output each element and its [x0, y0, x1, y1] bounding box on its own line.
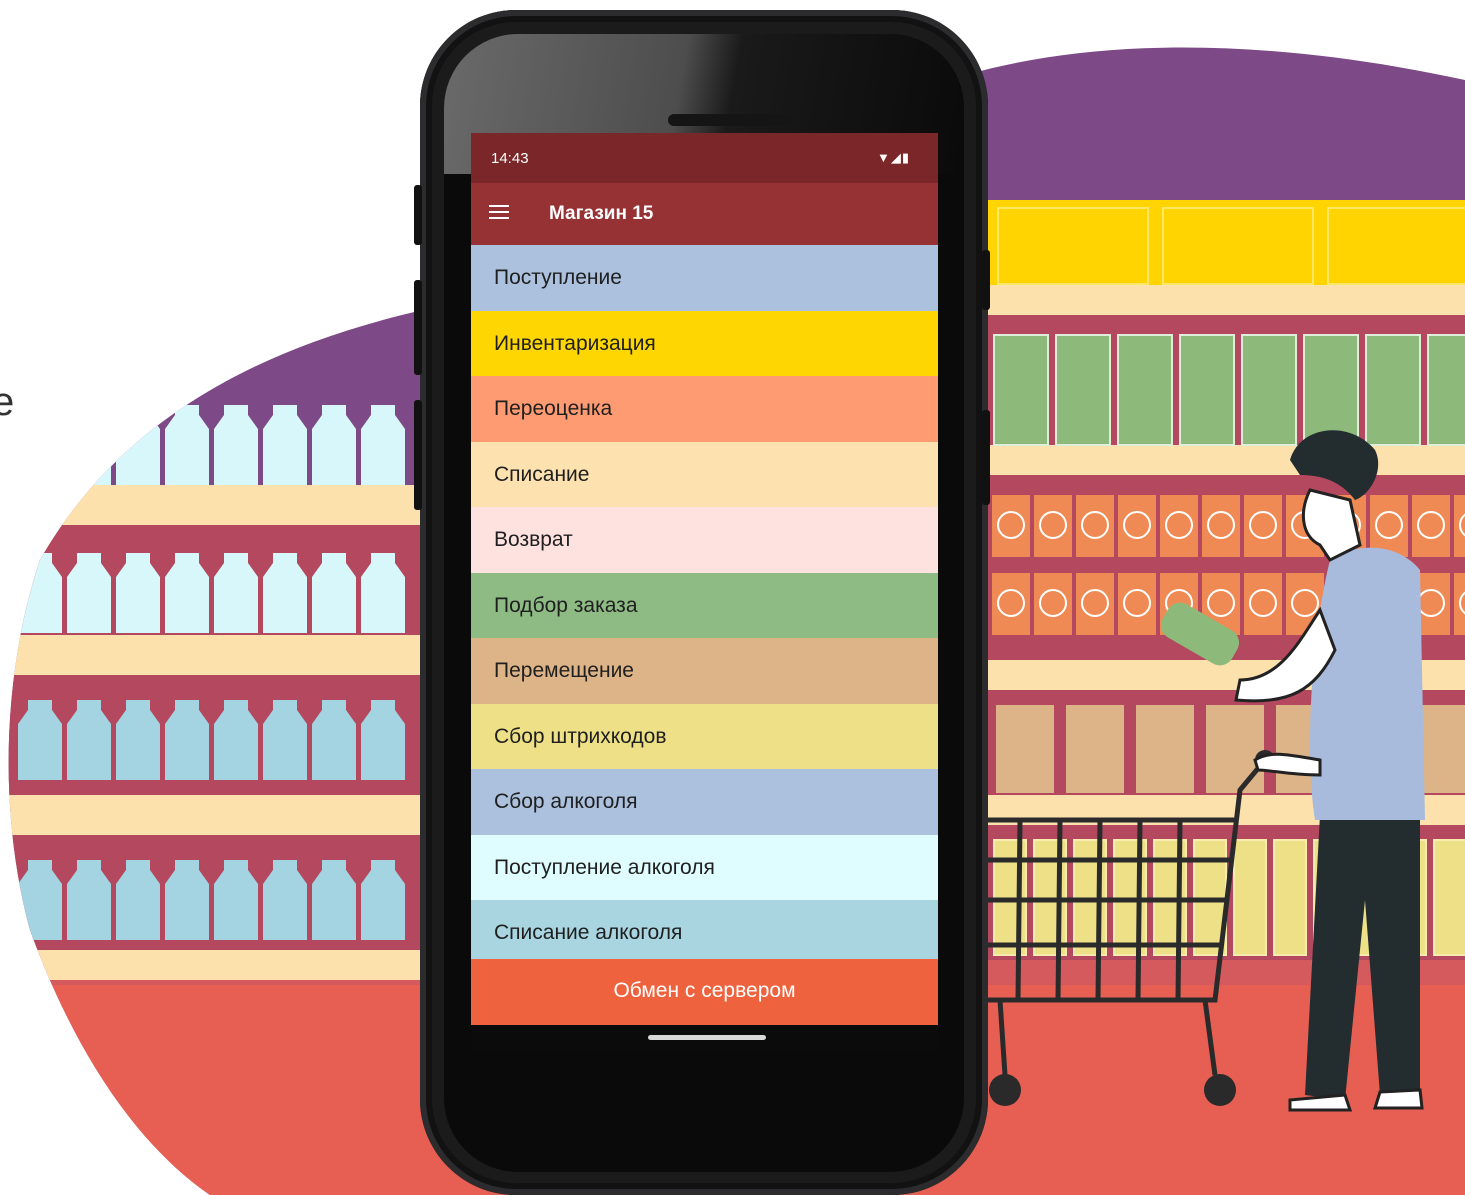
yellow-pack — [1233, 839, 1267, 956]
menu-item[interactable]: Подбор заказа — [471, 572, 938, 638]
background-letter: e — [0, 380, 15, 424]
yellow-box — [1327, 207, 1465, 285]
brown-box — [1136, 705, 1194, 793]
menu-item[interactable]: Сбор штрихкодов — [471, 703, 938, 769]
side-button — [982, 410, 990, 505]
menu-item[interactable]: Возврат — [471, 507, 938, 573]
menu-item[interactable]: Списание алкоголя — [471, 900, 938, 966]
yellow-pack — [1433, 839, 1465, 956]
green-box — [1241, 334, 1297, 446]
menu-item[interactable]: Поступление алкоголя — [471, 834, 938, 900]
hamburger-menu-icon[interactable] — [489, 205, 509, 219]
bottle — [18, 405, 62, 485]
green-box — [1179, 334, 1235, 446]
bottle — [67, 405, 111, 485]
yellow-pack — [1273, 839, 1307, 956]
green-box — [1055, 334, 1111, 446]
smartphone: 14:43 ▼◢▮ Магазин 15 Поступление Инвентар… — [414, 10, 990, 1195]
brown-box — [996, 705, 1054, 793]
menu-item[interactable]: Сбор алкоголя — [471, 769, 938, 835]
menu-item[interactable]: Поступление — [471, 245, 938, 311]
server-exchange-button[interactable]: Обмен с сервером — [471, 959, 938, 1025]
side-button — [414, 400, 422, 510]
bottle — [116, 405, 160, 485]
menu-list: Поступление Инвентаризация Переоценка Списа… — [471, 245, 938, 966]
green-box — [993, 334, 1049, 446]
yellow-box — [997, 207, 1149, 285]
cart-wheel — [1204, 1074, 1236, 1106]
green-box — [1303, 334, 1359, 446]
brown-box — [1066, 705, 1124, 793]
brown-box — [1206, 705, 1264, 793]
status-time: 14:43 — [491, 150, 529, 167]
home-indicator[interactable] — [648, 1035, 766, 1040]
green-box — [1427, 334, 1465, 446]
side-button — [414, 280, 422, 375]
speaker-grille — [668, 114, 792, 126]
cart-wheel — [989, 1074, 1021, 1106]
side-button — [414, 185, 422, 245]
signal-battery-icon: ▼◢▮ — [876, 150, 910, 165]
store-title: Магазин 15 — [549, 203, 654, 224]
app-bar: Магазин 15 — [471, 183, 938, 245]
green-box — [1365, 334, 1421, 446]
menu-item[interactable]: Инвентаризация — [471, 310, 938, 376]
phone-screen: 14:43 ▼◢▮ Магазин 15 Поступление Инвентар… — [471, 133, 938, 1025]
navigation-bar — [471, 1025, 938, 1053]
menu-item[interactable]: Переоценка — [471, 376, 938, 442]
yellow-box — [1162, 207, 1314, 285]
menu-item[interactable]: Перемещение — [471, 638, 938, 704]
status-bar: 14:43 ▼◢▮ — [471, 133, 938, 183]
green-box — [1117, 334, 1173, 446]
menu-item[interactable]: Списание — [471, 441, 938, 507]
side-button — [982, 250, 990, 310]
